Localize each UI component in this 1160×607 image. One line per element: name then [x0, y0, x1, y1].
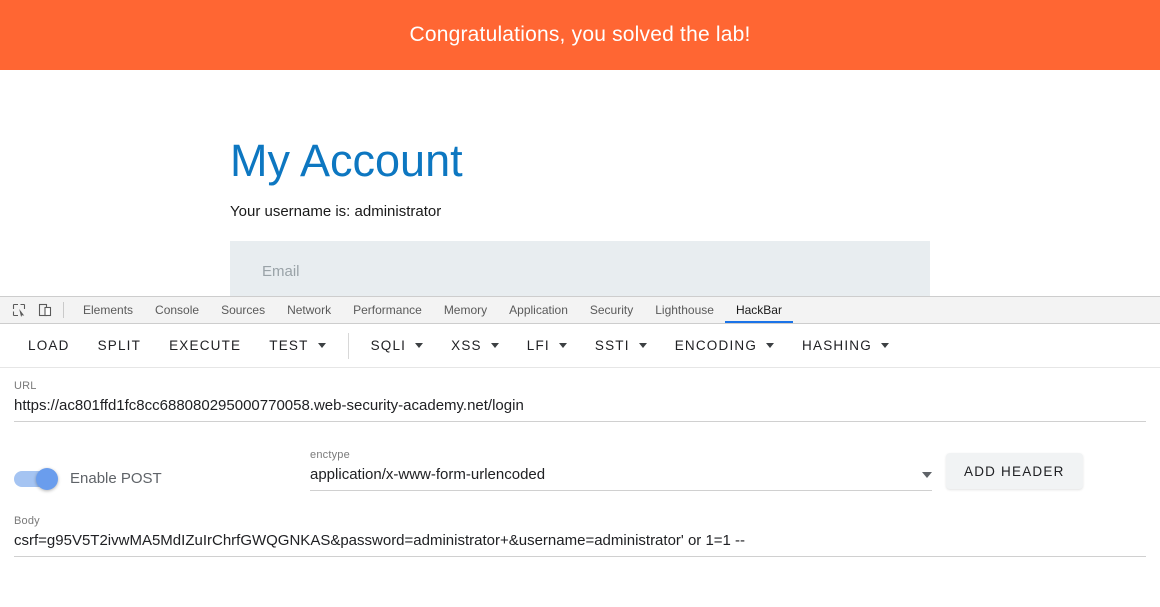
enable-post-toggle[interactable]: [14, 467, 58, 490]
hackbar-url-field-group: URL https://ac801ffd1fc8cc68808029500077…: [0, 368, 1160, 422]
hackbar-toolbar: LOAD SPLIT EXECUTE TEST SQLI XSS LFI SST…: [0, 324, 1160, 368]
hackbar-sqli-menu[interactable]: SQLI: [357, 329, 438, 363]
inspect-element-icon[interactable]: [6, 299, 32, 321]
enable-post-label: Enable POST: [70, 470, 162, 487]
hackbar-body-field-group: Body csrf=g95V5T2ivwMA5MdIZuIrChrfGWQGNK…: [0, 491, 1160, 557]
add-header-button[interactable]: ADD HEADER: [946, 453, 1083, 489]
enctype-selected-value: application/x-www-form-urlencoded: [310, 466, 546, 483]
lab-solved-banner-text: Congratulations, you solved the lab!: [409, 23, 751, 46]
devtools-tab-sources[interactable]: Sources: [210, 297, 276, 323]
hackbar-hashing-menu[interactable]: HASHING: [788, 329, 903, 363]
devtools-tab-security[interactable]: Security: [579, 297, 644, 323]
username-line: Your username is: administrator: [230, 203, 442, 220]
page-title: My Account: [230, 135, 463, 186]
hackbar-post-row: Enable POST enctype application/x-www-fo…: [0, 422, 1160, 491]
devtools-tab-console[interactable]: Console: [144, 297, 210, 323]
hackbar-post-toggle-group: Enable POST: [14, 467, 310, 491]
devtools-tab-performance[interactable]: Performance: [342, 297, 433, 323]
devtools-panel: Elements Console Sources Network Perform…: [0, 296, 1160, 607]
hackbar-toolbar-divider: [347, 332, 349, 359]
hackbar-panel: LOAD SPLIT EXECUTE TEST SQLI XSS LFI SST…: [0, 324, 1160, 607]
hackbar-encoding-menu[interactable]: ENCODING: [661, 329, 788, 363]
hackbar-test-menu[interactable]: TEST: [255, 329, 339, 363]
chevron-down-icon: [415, 343, 424, 348]
device-toolbar-icon[interactable]: [32, 299, 58, 321]
email-field[interactable]: Email: [230, 241, 930, 296]
hackbar-ssti-menu[interactable]: SSTI: [581, 329, 661, 363]
hackbar-execute-button[interactable]: EXECUTE: [155, 329, 255, 363]
chevron-down-icon: [880, 343, 889, 348]
devtools-tab-network[interactable]: Network: [276, 297, 342, 323]
hackbar-split-button[interactable]: SPLIT: [84, 329, 156, 363]
hackbar-url-label: URL: [14, 380, 37, 392]
hackbar-body-input[interactable]: csrf=g95V5T2ivwMA5MdIZuIrChrfGWQGNKAS&pa…: [14, 532, 1146, 557]
hackbar-xss-label: XSS: [451, 337, 482, 353]
web-page-region: Congratulations, you solved the lab! My …: [0, 0, 1160, 296]
devtools-tab-hackbar[interactable]: HackBar: [725, 297, 793, 323]
hackbar-encoding-label: ENCODING: [674, 337, 758, 353]
page-content: My Account Your username is: administrat…: [0, 70, 1160, 296]
devtools-tab-elements[interactable]: Elements: [72, 297, 144, 323]
hackbar-hashing-label: HASHING: [802, 337, 872, 353]
chevron-down-icon: [490, 343, 499, 348]
devtools-tab-memory[interactable]: Memory: [433, 297, 498, 323]
hackbar-split-label: SPLIT: [97, 337, 142, 353]
devtools-tab-application[interactable]: Application: [498, 297, 579, 323]
hackbar-lfi-label: LFI: [526, 337, 550, 353]
hackbar-url-input[interactable]: https://ac801ffd1fc8cc688080295000770058…: [14, 397, 1146, 422]
hackbar-load-label: LOAD: [28, 337, 70, 353]
hackbar-body-label: Body: [14, 515, 40, 527]
devtools-tabbar: Elements Console Sources Network Perform…: [0, 297, 1160, 324]
hackbar-ssti-label: SSTI: [594, 337, 630, 353]
hackbar-xss-menu[interactable]: XSS: [437, 329, 513, 363]
hackbar-sqli-label: SQLI: [370, 337, 407, 353]
email-field-placeholder: Email: [262, 262, 300, 280]
enctype-select[interactable]: application/x-www-form-urlencoded: [310, 466, 932, 491]
chevron-down-icon: [558, 343, 567, 348]
hackbar-load-button[interactable]: LOAD: [14, 329, 84, 363]
hackbar-enctype-label: enctype: [310, 449, 350, 461]
devtools-tab-lighthouse[interactable]: Lighthouse: [644, 297, 725, 323]
lab-solved-banner: Congratulations, you solved the lab!: [0, 0, 1160, 70]
chevron-down-icon: [638, 343, 647, 348]
chevron-down-icon: [766, 343, 775, 348]
chevron-down-icon: [317, 343, 326, 348]
hackbar-test-label: TEST: [269, 337, 309, 353]
hackbar-execute-label: EXECUTE: [169, 337, 242, 353]
hackbar-enctype-group: enctype application/x-www-form-urlencode…: [310, 449, 946, 491]
devtools-toolbar-divider: [63, 302, 64, 318]
hackbar-lfi-menu[interactable]: LFI: [513, 329, 581, 363]
account-section: My Account Your username is: administrat…: [230, 138, 930, 296]
chevron-down-icon: [922, 472, 932, 478]
